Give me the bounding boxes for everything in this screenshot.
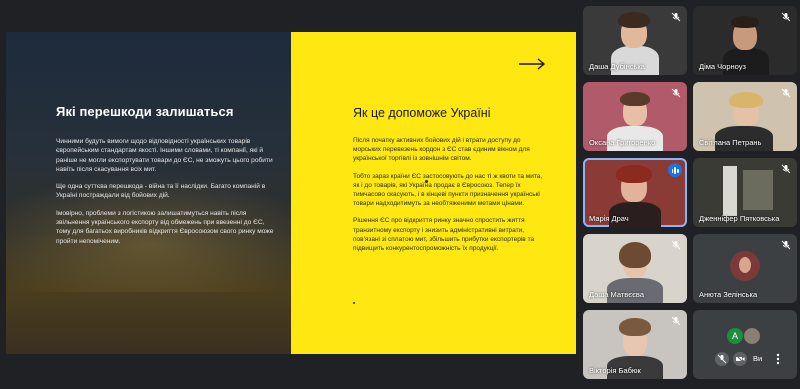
- participant-tile[interactable]: Даша Дубінська: [583, 6, 687, 75]
- participant-hair: [619, 242, 651, 268]
- mic-off-icon: [717, 354, 727, 364]
- speaking-indicator-icon: [668, 163, 682, 177]
- slide-left-panel: Які перешкоди залишаться Чинними будуть …: [6, 32, 291, 354]
- slide-right-paragraph: Рішення ЄС про відкриття ринку значно сп…: [353, 217, 535, 253]
- participant-name: Анюта Зелінська: [699, 290, 758, 299]
- more-options-icon[interactable]: [771, 352, 785, 366]
- participant-name: Діма Чорноуз: [699, 62, 746, 71]
- participant-tile[interactable]: Світлана Петрань: [693, 82, 797, 151]
- participant-tile[interactable]: Даша Матвєєва: [583, 234, 687, 303]
- participant-name: Даша Дубінська: [589, 62, 645, 71]
- participant-hair: [620, 92, 650, 106]
- self-avatar: A: [727, 328, 743, 344]
- camera-off-icon: [735, 354, 745, 364]
- arrow-right-icon: [519, 58, 546, 70]
- participant-hair: [618, 12, 650, 28]
- participant-name: Даша Матвєєва: [589, 290, 645, 299]
- slide-left-paragraph: Чинними будуть вимоги щодо відповідності…: [56, 138, 273, 173]
- slide-left-paragraph: Імовірно, проблеми з логістикою залишати…: [56, 209, 274, 245]
- mic-off-icon: [781, 240, 791, 250]
- participant-hair: [616, 165, 652, 183]
- self-view-tile[interactable]: A Ви: [693, 310, 797, 379]
- participant-video: [743, 170, 773, 210]
- slide-left-paragraph: Ще одна суттєва перешкода - війна та її …: [56, 183, 266, 200]
- mic-off-icon: [781, 12, 791, 22]
- participant-tile[interactable]: Вікторія Бабюк: [583, 310, 687, 379]
- cursor-dot: [425, 180, 428, 183]
- camera-off-button[interactable]: [733, 352, 747, 366]
- slide-left-heading: Які перешкоди залишаться: [56, 104, 234, 119]
- participant-hair: [729, 92, 763, 108]
- participant-tile-active-speaker[interactable]: Марія Драч: [583, 158, 687, 227]
- slide-right-paragraph: Тобто зараз країни ЄС застосовують до на…: [353, 172, 543, 208]
- participant-name: Вікторія Бабюк: [589, 366, 641, 375]
- participant-hair: [619, 318, 651, 336]
- slide-right-panel: Як це допоможе Україні Після початку акт…: [291, 32, 576, 354]
- slide-right-paragraph: Після початку активних бойових дій і втр…: [353, 137, 530, 163]
- participant-name: Марія Драч: [589, 214, 629, 223]
- slide-right-heading: Як це допоможе Україні: [353, 106, 491, 120]
- participant-thumbnail: [744, 328, 760, 344]
- participant-hair: [731, 16, 759, 28]
- avatar: [730, 251, 760, 281]
- participant-tile[interactable]: Діма Чорноуз: [693, 6, 797, 75]
- participant-video: [723, 166, 737, 216]
- participant-tile[interactable]: Анюта Зелінська: [693, 234, 797, 303]
- participant-tile[interactable]: Оксана Григоренко: [583, 82, 687, 151]
- mic-off-icon: [781, 164, 791, 174]
- participant-tile[interactable]: Дженніфер Пятковська: [693, 158, 797, 227]
- mic-off-icon: [671, 88, 681, 98]
- participant-name: Дженніфер Пятковська: [699, 214, 780, 223]
- presentation-slide: Які перешкоди залишаться Чинними будуть …: [6, 32, 576, 354]
- participant-name: Оксана Григоренко: [589, 138, 656, 147]
- self-label: Ви: [753, 354, 763, 363]
- mic-off-icon: [671, 316, 681, 326]
- participant-name: Світлана Петрань: [699, 138, 762, 147]
- bullet-dot: [353, 302, 355, 304]
- mic-off-button[interactable]: [715, 352, 729, 366]
- mic-off-icon: [781, 88, 791, 98]
- mic-off-icon: [671, 240, 681, 250]
- mic-off-icon: [671, 12, 681, 22]
